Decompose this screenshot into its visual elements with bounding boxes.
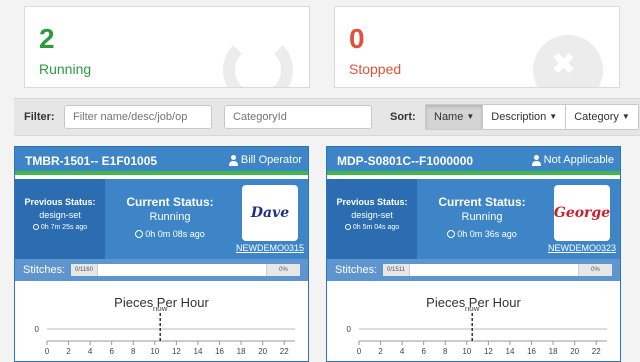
filter-bar: Filter: Sort: Name▼ Description▼ Categor…: [14, 98, 640, 136]
x-tick-label: 12: [172, 347, 181, 356]
machine-card[interactable]: MDP-S0801C--F1000000 Not Applicable Prev…: [326, 146, 621, 362]
x-tick-label: 18: [549, 347, 558, 356]
y-tick-label: 0: [347, 325, 352, 334]
running-label: Running: [39, 61, 92, 77]
sort-description-button[interactable]: Description ▼: [482, 104, 567, 130]
caret-down-icon: ▼: [621, 112, 630, 121]
operator-name: Not Applicable: [543, 154, 614, 166]
x-tick-label: 8: [131, 347, 136, 356]
stitches-row: Stitches: 0/1511 0%: [327, 259, 620, 281]
previous-status-time: 0h 5m 04s ago: [327, 224, 417, 231]
x-tick-label: 16: [527, 347, 536, 356]
running-summary-tile[interactable]: 2 Running: [24, 6, 310, 88]
stitches-percent: 0%: [266, 264, 300, 276]
sort-button-group: Name ▼ Description ▼ Category ▼: [425, 104, 639, 130]
current-status: Current Status: Running 0h 0m 08s ago Da…: [105, 179, 308, 259]
sort-name-button[interactable]: Name ▼: [425, 104, 484, 130]
x-tick-label: 0: [45, 347, 50, 356]
x-tick-label: 4: [88, 347, 93, 356]
machine-title: TMBR-1501-- E1F01005: [25, 154, 158, 168]
design-link[interactable]: NEWDEMO0323: [548, 243, 616, 253]
x-tick-label: 12: [484, 347, 493, 356]
sort-label: Sort:: [390, 111, 416, 123]
previous-status-label: Previous Status:: [336, 197, 408, 207]
previous-status: Previous Status: design-set 0h 7m 25s ag…: [15, 179, 105, 259]
current-status-value: Running: [461, 211, 503, 223]
sort-category-button[interactable]: Category ▼: [565, 104, 639, 130]
card-header: MDP-S0801C--F1000000 Not Applicable: [327, 147, 620, 175]
now-marker-label: now: [465, 307, 480, 313]
card-header: TMBR-1501-- E1F01005 Bill Operator: [15, 147, 308, 175]
operator: Bill Operator: [228, 154, 302, 166]
stitches-progress-bar: 0/1511 0%: [383, 264, 612, 276]
x-tick-label: 18: [237, 347, 246, 356]
current-status-value: Running: [149, 211, 191, 223]
x-tick-label: 6: [421, 347, 426, 356]
operator-name: Bill Operator: [240, 154, 302, 166]
stitches-label: Stitches:: [335, 264, 378, 276]
previous-status-value: design-set: [39, 210, 81, 220]
x-tick-label: 0: [357, 347, 362, 356]
x-tick-label: 22: [592, 347, 601, 356]
stopped-summary-tile[interactable]: 0 Stopped: [334, 6, 620, 88]
design-thumbnail[interactable]: Dave: [242, 185, 298, 241]
x-tick-label: 10: [462, 347, 471, 356]
pieces-per-hour-chart: 0 0 2 4 6 8 10 12 14 16 18 20 22 now: [35, 307, 295, 356]
previous-status-time: 0h 7m 25s ago: [15, 224, 105, 231]
x-tick-label: 8: [443, 347, 448, 356]
y-tick-label: 0: [35, 325, 40, 334]
current-status: Current Status: Running 0h 0m 36s ago Ge…: [417, 179, 620, 259]
x-tick-label: 20: [570, 347, 579, 356]
x-tick-label: 22: [280, 347, 289, 356]
user-icon: [228, 154, 238, 166]
caret-down-icon: ▼: [549, 112, 558, 121]
x-tick-label: 14: [194, 347, 203, 356]
clock-icon: [447, 230, 456, 238]
stitches-count: 0/1160: [71, 264, 98, 276]
current-status-time: 0h 0m 08s ago: [117, 229, 223, 239]
current-status-label: Current Status:: [126, 195, 214, 209]
caret-down-icon: ▼: [466, 112, 475, 121]
refresh-icon: [223, 35, 293, 87]
x-tick-label: 4: [400, 347, 405, 356]
current-status-time: 0h 0m 36s ago: [429, 229, 535, 239]
pieces-per-hour-chart: 0 0 2 4 6 8 10 12 14 16 18 20 22 now: [347, 307, 607, 356]
stopped-label: Stopped: [349, 61, 402, 77]
x-tick-label: 2: [378, 347, 383, 356]
current-status-label: Current Status:: [438, 195, 526, 209]
clock-icon: [32, 224, 39, 230]
stitches-progress-bar: 0/1160 0%: [71, 264, 300, 276]
running-count: 2: [39, 23, 55, 54]
machine-title: MDP-S0801C--F1000000: [337, 154, 474, 168]
now-marker-label: now: [153, 307, 168, 313]
x-tick-label: 6: [109, 347, 114, 356]
stop-circle-icon: [533, 35, 603, 87]
x-tick-label: 20: [258, 347, 267, 356]
machine-card[interactable]: TMBR-1501-- E1F01005 Bill Operator Previ…: [14, 146, 309, 362]
stitches-row: Stitches: 0/1160 0%: [15, 259, 308, 281]
clock-icon: [135, 230, 144, 238]
previous-status-label: Previous Status:: [24, 197, 96, 207]
stitches-count: 0/1511: [383, 264, 410, 276]
operator: Not Applicable: [531, 154, 614, 166]
previous-status-value: design-set: [351, 210, 393, 220]
design-thumbnail[interactable]: George: [554, 185, 610, 241]
x-tick-label: 14: [506, 347, 515, 356]
design-link[interactable]: NEWDEMO0315: [236, 243, 304, 253]
clock-icon: [344, 224, 351, 230]
filter-name-input[interactable]: [64, 105, 212, 129]
stitches-percent: 0%: [578, 264, 612, 276]
x-tick-label: 10: [150, 347, 159, 356]
status-area: Previous Status: design-set 0h 7m 25s ag…: [15, 179, 308, 259]
x-tick-label: 16: [215, 347, 224, 356]
filter-label: Filter:: [24, 111, 55, 123]
status-area: Previous Status: design-set 0h 5m 04s ag…: [327, 179, 620, 259]
category-id-input[interactable]: [224, 105, 372, 129]
user-icon: [531, 154, 541, 166]
previous-status: Previous Status: design-set 0h 5m 04s ag…: [327, 179, 417, 259]
x-tick-label: 2: [66, 347, 71, 356]
stitches-label: Stitches:: [23, 264, 66, 276]
stopped-count: 0: [349, 23, 365, 54]
